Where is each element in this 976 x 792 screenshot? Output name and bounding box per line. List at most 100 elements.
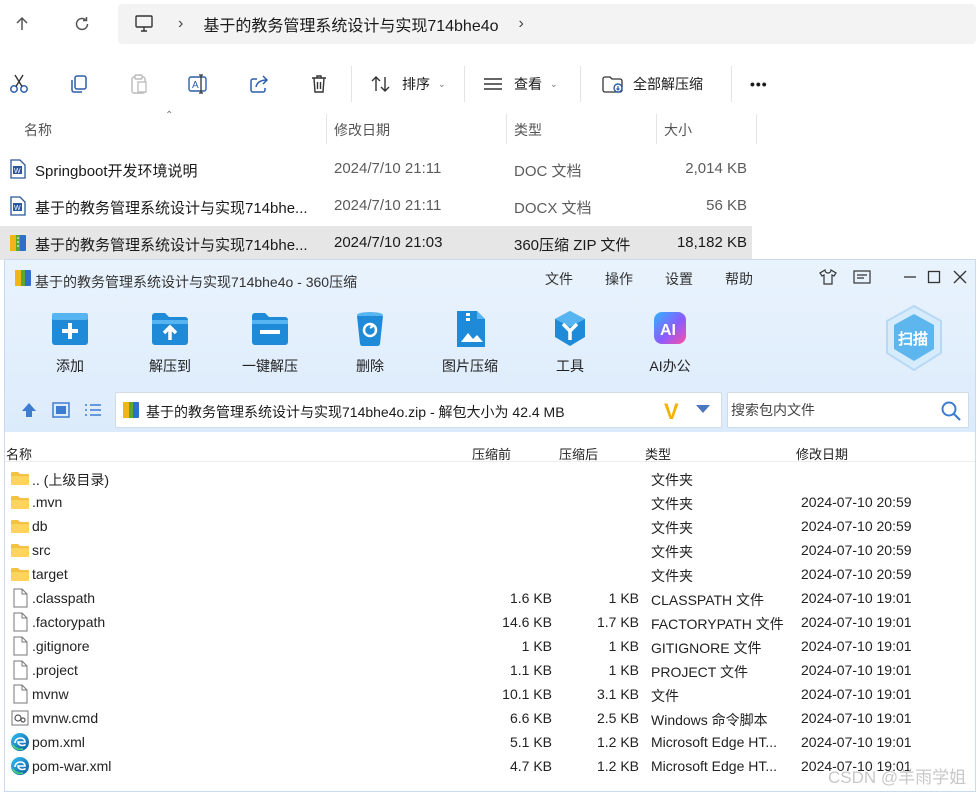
- archive-row[interactable]: mvnw 10.1 KB 3.1 KB 文件 2024-07-10 19:01: [5, 682, 975, 706]
- file-icon: [13, 588, 28, 608]
- tool-one-click-extract-button[interactable]: 一键解压: [225, 308, 315, 378]
- search-input[interactable]: [728, 393, 938, 427]
- sort-button[interactable]: 排序 ⌄: [370, 68, 446, 100]
- sort-icon: [371, 76, 390, 92]
- archive-name: db: [32, 518, 48, 534]
- col-modified[interactable]: 修改日期: [334, 120, 390, 140]
- up-arrow-icon[interactable]: [6, 8, 38, 40]
- archive-type: Microsoft Edge HT...: [651, 734, 778, 750]
- file-type: 360压缩 ZIP 文件: [514, 237, 631, 254]
- tool-ai-office-button[interactable]: AI AI办公: [625, 308, 715, 378]
- archive-row[interactable]: db 文件夹 2024-07-10 20:59: [5, 514, 975, 538]
- archive-size-before: 1 KB: [521, 638, 552, 654]
- archive-row[interactable]: .classpath 1.6 KB 1 KB CLASSPATH 文件 2024-07-…: [5, 586, 975, 610]
- chevron-right-icon[interactable]: ›: [519, 15, 524, 33]
- view-label: 查看: [514, 76, 542, 92]
- file-row[interactable]: W Springboot开发环境说明 2024/7/10 21:11 DOC 文…: [0, 152, 752, 186]
- search-icon[interactable]: [940, 400, 962, 422]
- tool-label: 添加: [56, 358, 84, 374]
- svg-text:W: W: [14, 205, 21, 212]
- archive-name: src: [32, 542, 51, 558]
- more-options-button[interactable]: •••: [750, 68, 768, 100]
- archive-size-after: 1.7 KB: [596, 614, 639, 630]
- copy-icon[interactable]: [66, 71, 92, 97]
- archive-row[interactable]: pom.xml 5.1 KB 1.2 KB Microsoft Edge HT... 2…: [5, 730, 975, 754]
- archive-modified: 2024-07-10 20:59: [801, 518, 912, 534]
- chevron-down-icon: ⌄: [550, 78, 558, 89]
- archive-row[interactable]: .. (上级目录) 文件夹: [5, 466, 975, 490]
- file-modified: 2024/7/10 21:11: [334, 197, 442, 214]
- chevron-right-icon[interactable]: ›: [178, 15, 183, 33]
- view-button[interactable]: 查看 ⌄: [482, 68, 558, 100]
- message-icon[interactable]: [851, 266, 873, 288]
- tool-tools-button[interactable]: 工具: [525, 308, 615, 378]
- list-view-icon[interactable]: [83, 401, 103, 419]
- tool-image-compress-button[interactable]: 图片压缩: [425, 308, 515, 378]
- archive-name: .mvn: [32, 494, 63, 510]
- ai-office-icon: AI: [654, 312, 686, 344]
- cut-icon[interactable]: [6, 71, 32, 97]
- archive-type: FACTORYPATH 文件: [651, 616, 784, 632]
- archive-row[interactable]: .project 1.1 KB 1 KB PROJECT 文件 2024-07-10 1…: [5, 658, 975, 682]
- rename-icon[interactable]: A: [186, 71, 212, 97]
- archive-size-before: 5.1 KB: [509, 734, 552, 750]
- refresh-icon[interactable]: [66, 8, 98, 40]
- col-modified[interactable]: 修改日期: [796, 444, 848, 463]
- address-box[interactable]: › 基于的教务管理系统设计与实现714bhe4o ›: [118, 4, 976, 44]
- archive-size-after: 3.1 KB: [596, 686, 639, 702]
- file-icon: [13, 660, 28, 680]
- file-row[interactable]: W 基于的教务管理系统设计与实现714bhe... 2024/7/10 21:1…: [0, 189, 752, 223]
- scan-button[interactable]: 扫描: [883, 304, 945, 374]
- archive-row[interactable]: target 文件夹 2024-07-10 20:59: [5, 562, 975, 586]
- col-size[interactable]: 大小: [664, 120, 692, 140]
- archive-size-before: 1.1 KB: [509, 662, 552, 678]
- skin-shirt-icon[interactable]: [817, 266, 839, 288]
- sort-up-icon: ⌃: [165, 110, 174, 121]
- archive-row[interactable]: src 文件夹 2024-07-10 20:59: [5, 538, 975, 562]
- v-verified-icon[interactable]: V: [664, 399, 679, 425]
- maximize-icon[interactable]: [923, 266, 945, 288]
- file-name: 基于的教务管理系统设计与实现714bhe...: [35, 200, 308, 217]
- archive-name: pom-war.xml: [32, 758, 112, 774]
- col-before[interactable]: 压缩前: [472, 444, 511, 463]
- menu-settings[interactable]: 设置: [665, 269, 693, 289]
- archive-modified: 2024-07-10 20:59: [801, 494, 912, 510]
- trash-icon[interactable]: [306, 71, 332, 97]
- extract-all-button[interactable]: 全部解压缩: [601, 68, 703, 100]
- file-row-selected[interactable]: 基于的教务管理系统设计与实现714bhe... 2024/7/10 21:03 …: [0, 226, 752, 260]
- col-name[interactable]: 名称: [24, 120, 52, 140]
- archive-modified: 2024-07-10 19:01: [801, 590, 912, 606]
- tools-icon: [555, 311, 585, 346]
- archive-type: 文件夹: [651, 496, 693, 512]
- svg-text:A: A: [192, 80, 199, 91]
- path-dropdown-icon[interactable]: [696, 405, 710, 413]
- menu-file[interactable]: 文件: [545, 269, 573, 289]
- archive-row[interactable]: .gitignore 1 KB 1 KB GITIGNORE 文件 2024-07-10…: [5, 634, 975, 658]
- zip-window-header: 基于的教务管理系统设计与实现714bhe4o - 360压缩 文件 操作 设置 …: [5, 260, 975, 432]
- col-name[interactable]: 名称: [6, 444, 32, 463]
- menu-operation[interactable]: 操作: [605, 269, 633, 289]
- up-level-icon[interactable]: [19, 401, 39, 419]
- minimize-icon[interactable]: [899, 266, 921, 288]
- folder-icon: [11, 568, 29, 581]
- breadcrumb-folder[interactable]: 基于的教务管理系统设计与实现714bhe4o: [203, 12, 498, 36]
- extract-to-icon: [152, 313, 188, 345]
- thumbnail-view-icon[interactable]: [51, 401, 71, 419]
- col-after[interactable]: 压缩后: [559, 444, 598, 463]
- archive-path-box[interactable]: 基于的教务管理系统设计与实现714bhe4o.zip - 解包大小为 42.4 …: [115, 392, 722, 428]
- menu-help[interactable]: 帮助: [725, 269, 753, 289]
- col-type[interactable]: 类型: [514, 120, 542, 140]
- archive-row[interactable]: mvnw.cmd 6.6 KB 2.5 KB Windows 命令脚本 2024-07-…: [5, 706, 975, 730]
- share-icon[interactable]: [246, 71, 272, 97]
- archive-row[interactable]: .factorypath 14.6 KB 1.7 KB FACTORYPATH 文件 2…: [5, 610, 975, 634]
- tool-delete-button[interactable]: 删除: [325, 308, 415, 378]
- zip-window-title: 基于的教务管理系统设计与实现714bhe4o - 360压缩: [35, 274, 358, 290]
- tool-extract-to-button[interactable]: 解压到: [125, 308, 215, 378]
- archive-row[interactable]: .mvn 文件夹 2024-07-10 20:59: [5, 490, 975, 514]
- col-type[interactable]: 类型: [645, 444, 671, 463]
- archive-modified: 2024-07-10 20:59: [801, 542, 912, 558]
- archive-type: PROJECT 文件: [651, 664, 748, 680]
- tool-add-button[interactable]: 添加: [25, 308, 115, 378]
- paste-icon[interactable]: [126, 71, 152, 97]
- close-icon[interactable]: [949, 266, 971, 288]
